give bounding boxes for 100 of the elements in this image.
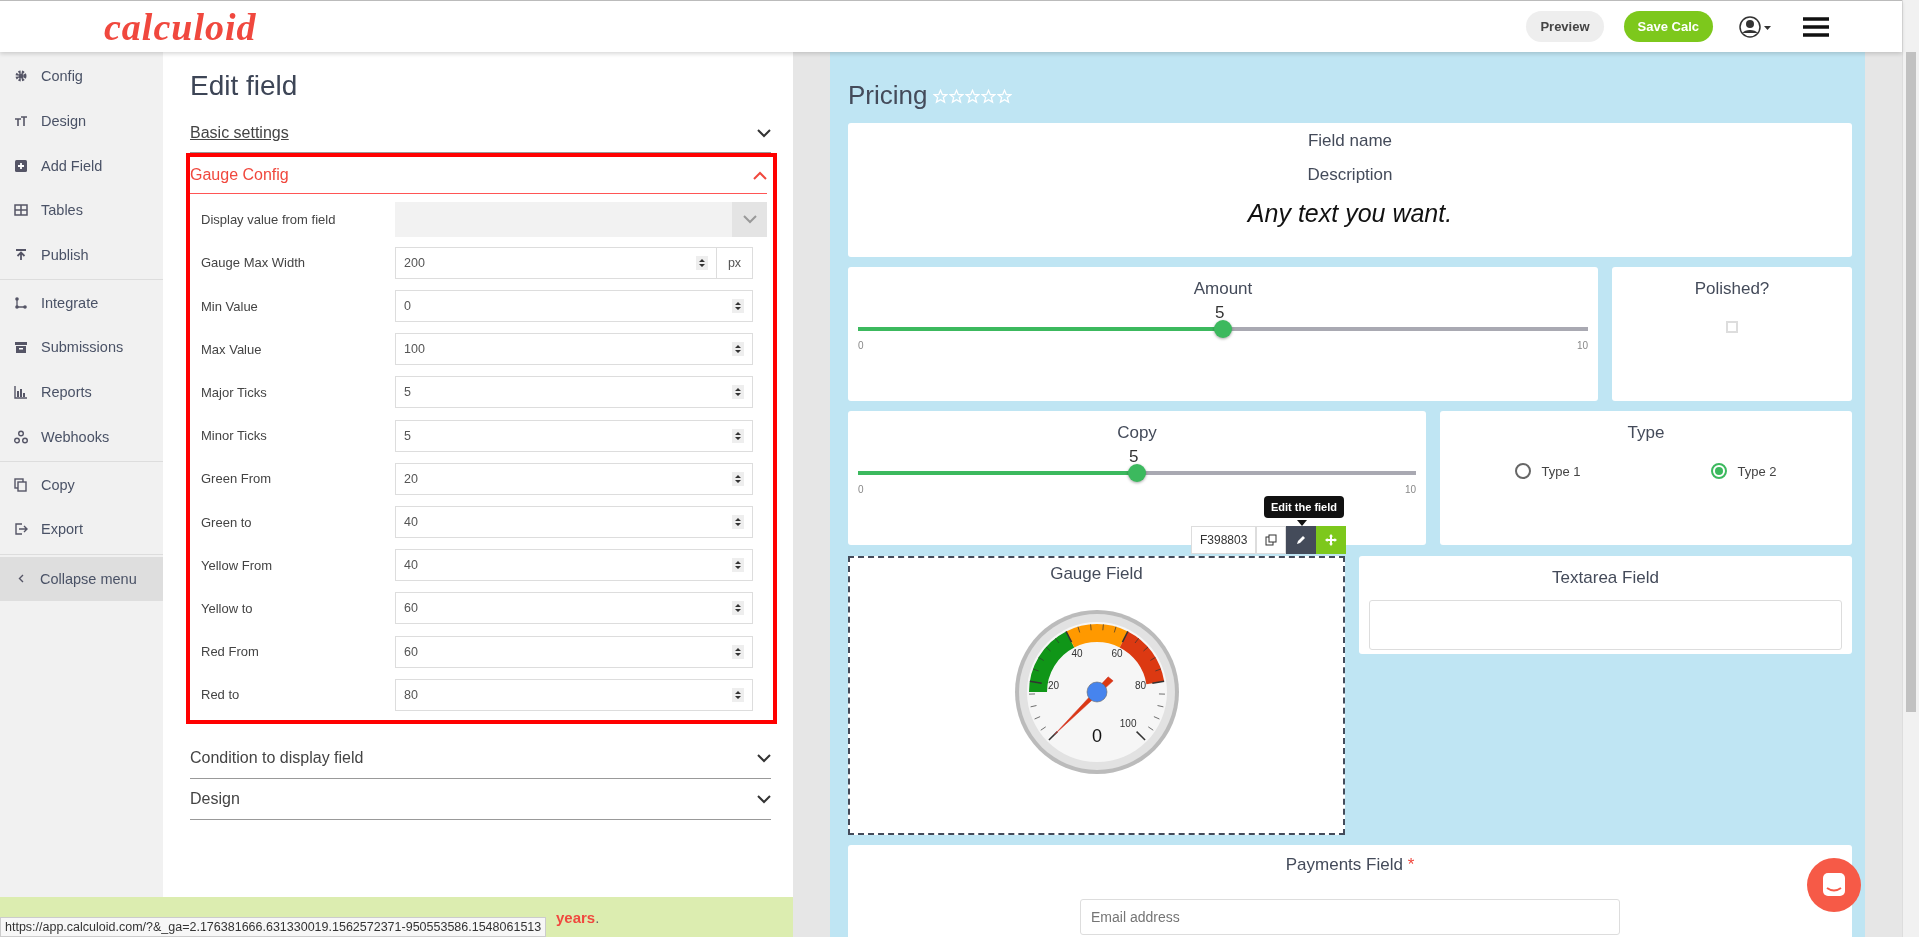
field-label: Yellow to: [201, 600, 254, 616]
number-field[interactable]: 5: [395, 376, 753, 409]
field-label: Red From: [201, 644, 260, 660]
star-icon[interactable]: [981, 89, 997, 104]
gauge-tick-label: 20: [1047, 680, 1059, 692]
star-icon[interactable]: [997, 89, 1013, 104]
field-label: Polished?: [1693, 279, 1771, 299]
user-menu-icon[interactable]: [1739, 15, 1773, 38]
field-label: Field name: [1306, 131, 1394, 151]
star-icon[interactable]: [965, 89, 981, 104]
chevron-left-icon: [18, 574, 24, 584]
sidebar-item[interactable]: Submissions: [0, 325, 163, 370]
static-text: Any text you want.: [1245, 199, 1454, 228]
sidebar-item[interactable]: Tables: [0, 188, 163, 233]
field-label: Green From: [201, 471, 273, 487]
field-label: Payments Field *: [1285, 855, 1415, 875]
spinner-icon: [732, 601, 744, 616]
section-title: Gauge Config: [190, 166, 289, 184]
exit-icon: [14, 522, 28, 537]
field-label: Min Value: [201, 298, 259, 314]
sidebar-item[interactable]: Export: [0, 506, 163, 552]
spinner-icon: [696, 255, 708, 270]
radio-button[interactable]: [1515, 463, 1532, 479]
slider-value: 5: [1129, 447, 1139, 466]
logo: calculoid: [104, 4, 257, 49]
radio-label: Type 1: [1541, 463, 1581, 479]
radio-button[interactable]: [1711, 463, 1728, 479]
sidebar-label: Webhooks: [41, 428, 110, 445]
number-field[interactable]: 60: [395, 592, 753, 625]
move-icon: [1325, 534, 1338, 546]
slider-min: 0: [858, 340, 864, 351]
star-icon[interactable]: [933, 89, 949, 104]
gear-icon: [14, 69, 28, 84]
chevron-down-icon: [742, 215, 757, 225]
number-field[interactable]: 200: [395, 246, 717, 279]
sidebar-item[interactable]: Design: [0, 98, 163, 144]
sidebar-label: Publish: [41, 247, 89, 264]
sidebar-label: Integrate: [41, 294, 99, 311]
chevron-down-icon: [757, 128, 771, 138]
slider-min: 0: [858, 484, 864, 495]
collapse-label: Collapse menu: [40, 570, 137, 587]
sidebar-item[interactable]: Add Field: [0, 143, 163, 189]
sidebar-item[interactable]: Webhooks: [0, 414, 163, 460]
section-header[interactable]: Gauge Config: [190, 157, 767, 194]
number-field[interactable]: 40: [395, 549, 753, 582]
number-field[interactable]: 0: [395, 290, 753, 323]
field-label: Max Value: [201, 341, 263, 357]
sidebar-item[interactable]: Config: [0, 54, 163, 99]
section-title: Design: [190, 790, 240, 809]
move-button[interactable]: [1316, 526, 1347, 554]
nodes-icon: [14, 429, 28, 444]
sidebar-label: Copy: [41, 476, 75, 493]
sidebar-item[interactable]: Reports: [0, 369, 163, 415]
number-field[interactable]: 100: [395, 333, 753, 366]
slider-max: 10: [1404, 484, 1416, 495]
number-field[interactable]: 20: [395, 462, 753, 495]
sidebar-label: Export: [41, 521, 83, 538]
checkbox[interactable]: [1726, 321, 1738, 333]
sidebar-label: Reports: [41, 384, 92, 401]
sidebar-item[interactable]: Publish: [0, 232, 163, 278]
duplicate-button[interactable]: [1256, 526, 1287, 554]
slider-thumb[interactable]: [1128, 464, 1146, 482]
field-label: Minor Ticks: [201, 428, 268, 444]
copy-icon: [1265, 534, 1278, 546]
sidebar-item[interactable]: Copy: [0, 462, 163, 507]
section-title: Basic settings: [190, 124, 289, 142]
chat-icon[interactable]: [1807, 858, 1861, 912]
spinner-icon: [732, 558, 744, 573]
number-field[interactable]: 5: [395, 419, 753, 452]
collapse-menu-button[interactable]: Collapse menu: [0, 556, 163, 601]
section-header[interactable]: Design: [190, 779, 771, 821]
gauge-tick-label: 100: [1119, 718, 1136, 730]
notice-text: years.: [556, 908, 600, 926]
archive-box-icon: [14, 340, 28, 355]
number-field[interactable]: 60: [395, 635, 753, 668]
field-label: Gauge Max Width: [201, 255, 307, 271]
slider-thumb[interactable]: [1214, 320, 1232, 338]
email-field[interactable]: Email address: [1080, 899, 1620, 935]
select-field[interactable]: [395, 202, 767, 238]
menu-icon[interactable]: [1803, 16, 1829, 37]
scrollbar-thumb[interactable]: [1906, 52, 1916, 712]
plus-square-icon: [14, 158, 28, 173]
sidebar-item[interactable]: Integrate: [0, 280, 163, 326]
section-title: Condition to display field: [190, 749, 364, 768]
bar-chart-icon: [14, 385, 28, 400]
star-icon[interactable]: [949, 89, 965, 104]
textarea-field[interactable]: [1369, 600, 1842, 650]
section-header[interactable]: Basic settings: [190, 114, 771, 153]
field-label: Yellow From: [201, 557, 274, 573]
required-mark: *: [1407, 855, 1415, 874]
field-label: Gauge Field: [1049, 564, 1144, 584]
number-field[interactable]: 40: [395, 506, 753, 538]
sidebar-label: Submissions: [41, 339, 124, 356]
edit-button[interactable]: [1286, 526, 1317, 554]
spinner-icon: [732, 428, 744, 443]
number-field[interactable]: 80: [395, 678, 753, 711]
preview-button[interactable]: Preview: [1526, 11, 1604, 42]
upload-icon: [14, 248, 28, 263]
section-header[interactable]: Condition to display field: [190, 738, 771, 780]
scrollbar[interactable]: [1902, 0, 1919, 937]
